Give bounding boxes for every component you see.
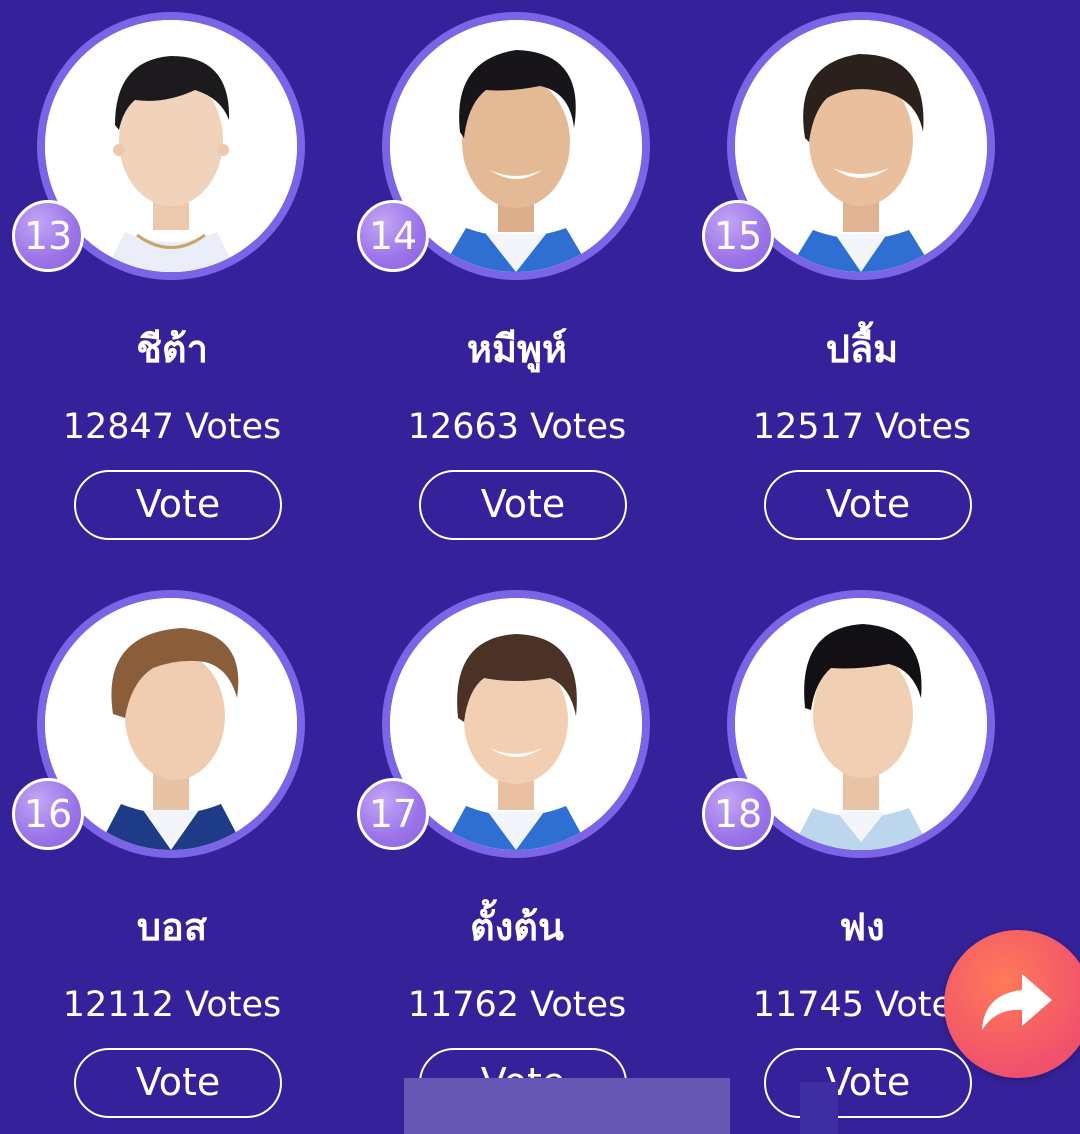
contestant-number-badge: 16	[12, 778, 84, 850]
vote-button[interactable]: Vote	[764, 470, 972, 540]
vote-button[interactable]: Vote	[419, 470, 627, 540]
vote-count: 12517 Votes	[752, 407, 972, 447]
bottom-overlay-bar	[404, 1078, 730, 1134]
contestant-number-badge: 13	[12, 200, 84, 272]
contestant-number-badge: 17	[357, 778, 429, 850]
contestant-card: 15 ปลื้ม 12517 Votes Vote	[690, 0, 1034, 560]
vote-count: 12847 Votes	[62, 407, 282, 447]
contestant-number-badge: 15	[702, 200, 774, 272]
page: 13 ชีต้า 12847 Votes Vote 14 หมีพูห์ 126…	[0, 0, 1080, 1134]
contestant-number-badge: 18	[702, 778, 774, 850]
contestant-card: 14 หมีพูห์ 12663 Votes Vote	[345, 0, 689, 560]
contestant-name: ชีต้า	[136, 327, 208, 371]
vote-count: 12663 Votes	[407, 407, 627, 447]
share-arrow-icon	[982, 974, 1052, 1030]
bottom-overlay-block	[800, 1082, 838, 1134]
contestant-number-badge: 14	[357, 200, 429, 272]
contestant-name: หมีพูห์	[466, 327, 568, 371]
vote-count: 11762 Votes	[407, 985, 627, 1025]
contestant-card: 13 ชีต้า 12847 Votes Vote	[0, 0, 344, 560]
contestant-name: ตั้งต้น	[470, 905, 564, 949]
contestant-card: 17 ตั้งต้น 11762 Votes Vote	[345, 578, 689, 1134]
contestant-grid: 13 ชีต้า 12847 Votes Vote 14 หมีพูห์ 126…	[0, 0, 1080, 1134]
share-button[interactable]	[944, 930, 1080, 1078]
vote-button[interactable]: Vote	[74, 1048, 282, 1118]
contestant-card: 16 บอส 12112 Votes Vote	[0, 578, 344, 1134]
contestant-name: ปลื้ม	[825, 327, 899, 371]
vote-count: 12112 Votes	[62, 985, 282, 1025]
vote-button[interactable]: Vote	[74, 470, 282, 540]
contestant-name: บอส	[136, 905, 208, 949]
vote-button[interactable]: Vote	[764, 1048, 972, 1118]
